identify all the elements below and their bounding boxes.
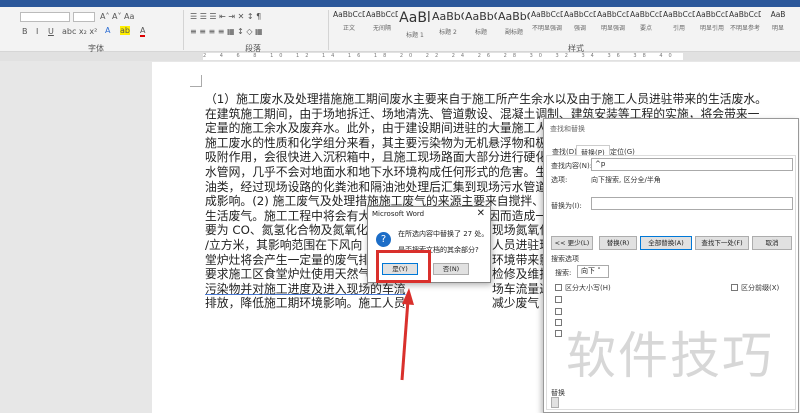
arrow-shaft [400,299,410,381]
arrow-head [402,288,414,305]
arrow-annotation [400,288,414,381]
